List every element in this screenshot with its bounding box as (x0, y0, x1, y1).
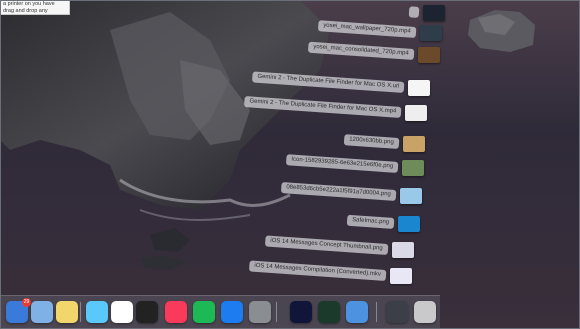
spotify-app-icon[interactable] (193, 301, 215, 323)
stack-item[interactable] (350, 5, 445, 21)
stack-item[interactable]: SafeImac.png (330, 214, 420, 232)
stack-item[interactable]: yosei_mac_consolidated_720p.mp4 (298, 41, 440, 63)
stack-item[interactable]: 1200x630bb.png (330, 134, 425, 152)
stack-item-label: Gemini 2 - The Duplicate File Finder for… (251, 71, 405, 93)
file-thumbnail-icon (400, 188, 422, 204)
file-thumbnail-icon (398, 216, 420, 232)
photos-folder-icon[interactable] (346, 301, 368, 323)
file-thumbnail-icon (390, 268, 412, 284)
file-thumbnail-icon (403, 136, 425, 152)
stack-item-label: Icon-1582939285-6e63e215e6f0e.png (285, 154, 399, 173)
stack-item-label: 08e853d6cb5e222a1f5f91a7d0004.png (281, 182, 397, 201)
dock-separator (376, 302, 377, 322)
dock-separator (80, 302, 81, 322)
trash-icon[interactable] (414, 301, 436, 323)
file-thumbnail-icon (402, 160, 424, 176)
dashlane-app-icon[interactable] (290, 301, 312, 323)
stack-item-label (408, 6, 420, 18)
stack-item[interactable]: 08e853d6cb5e222a1f5f91a7d0004.png (262, 182, 422, 204)
stack-item[interactable]: Gemini 2 - The Duplicate File Finder for… (251, 71, 430, 96)
stack-item-label: iOS 14 Messages Concept Thumbnail.png (265, 235, 389, 255)
system-preferences-app-icon[interactable] (249, 301, 271, 323)
music-app-icon[interactable] (165, 301, 187, 323)
app-store-app-icon[interactable] (221, 301, 243, 323)
stack-item-label: yosei_mac_consolidated_720p.mp4 (308, 41, 415, 60)
mail-badge: 29 (22, 298, 31, 307)
stack-item-label: Gemini 2 - The Duplicate File Finder for… (243, 96, 402, 118)
dock: 29 (0, 295, 440, 329)
file-thumbnail-icon (420, 25, 442, 41)
activity-monitor-app-icon[interactable] (318, 301, 340, 323)
desktop: a printer on you have drag and drop any … (0, 0, 580, 329)
file-thumbnail-icon (423, 5, 445, 21)
stack-item-label: SafeImac.png (346, 214, 395, 229)
file-thumbnail-icon (408, 80, 430, 96)
notes-app-icon[interactable] (56, 301, 78, 323)
stack-item-label: iOS 14 Messages Compilation (Converted).… (249, 260, 387, 281)
preview-app-icon[interactable] (31, 301, 53, 323)
stack-item-label: yosei_mac_wallpaper_720p.mp4 (318, 20, 417, 38)
slack-app-icon[interactable] (111, 301, 133, 323)
file-thumbnail-icon (418, 47, 440, 63)
file-thumbnail-icon (392, 242, 414, 258)
downloads-stack-fan: yosei_mac_wallpaper_720p.mp4 yosei_mac_c… (0, 0, 580, 329)
mail-app-icon[interactable]: 29 (6, 298, 31, 323)
stack-item[interactable]: yosei_mac_wallpaper_720p.mp4 (318, 20, 442, 41)
final-cut-pro-app-icon[interactable] (136, 301, 158, 323)
messages-app-icon[interactable] (86, 301, 108, 323)
downloads-stack-icon[interactable] (386, 301, 408, 323)
file-thumbnail-icon (405, 105, 427, 121)
stack-item[interactable]: iOS 14 Messages Compilation (Converted).… (249, 260, 412, 284)
stack-item[interactable]: Gemini 2 - The Duplicate File Finder for… (243, 96, 427, 121)
dock-separator (276, 302, 277, 322)
stack-item[interactable]: Icon-1582939285-6e63e215e6f0e.png (280, 154, 424, 176)
stack-item[interactable]: iOS 14 Messages Concept Thumbnail.png (265, 235, 414, 258)
stack-item-label: 1200x630bb.png (344, 134, 400, 149)
